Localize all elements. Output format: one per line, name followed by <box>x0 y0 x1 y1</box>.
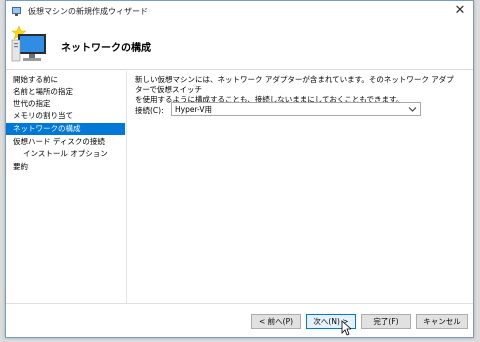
nav-step-generation[interactable]: 世代の指定 <box>6 98 125 110</box>
description-line-1: 新しい仮想マシンには、ネットワーク アダプターが含まれています。そのネットワーク… <box>135 75 454 94</box>
connection-dropdown[interactable]: Hyper-V用 <box>171 102 421 116</box>
connection-label: 接続(C): <box>135 106 164 115</box>
connection-selected-value: Hyper-V用 <box>175 105 212 114</box>
nav-step-memory[interactable]: メモリの割り当て <box>6 110 125 122</box>
nav-step-summary[interactable]: 要約 <box>6 161 125 173</box>
networking-content-panel: 新しい仮想マシンには、ネットワーク アダプターが含まれています。そのネットワーク… <box>126 71 467 303</box>
footer-divider <box>6 303 473 304</box>
wizard-header: ネットワークの構成 <box>6 21 473 70</box>
chevron-down-icon <box>408 107 417 112</box>
close-icon[interactable]: ✕ <box>451 2 469 20</box>
nav-step-before-you-begin[interactable]: 開始する前に <box>6 74 125 86</box>
mouse-cursor-icon <box>341 320 351 336</box>
window-title: 仮想マシンの新規作成ウィザード <box>28 7 148 16</box>
cancel-button[interactable]: キャンセル <box>416 314 468 329</box>
title-bar: 仮想マシンの新規作成ウィザード ✕ <box>6 1 473 21</box>
networking-description: 新しい仮想マシンには、ネットワーク アダプターが含まれています。そのネットワーク… <box>135 75 457 105</box>
page-title: ネットワークの構成 <box>61 43 151 54</box>
wizard-steps-nav: 開始する前に 名前と場所の指定 世代の指定 メモリの割り当て ネットワークの構成… <box>6 71 126 303</box>
nav-step-installation-options[interactable]: インストール オプション <box>6 148 125 160</box>
hyperv-app-icon <box>12 7 21 16</box>
nav-step-networking[interactable]: ネットワークの構成 <box>6 123 125 135</box>
nav-step-virtual-hard-disk[interactable]: 仮想ハード ディスクの接続 <box>6 136 125 148</box>
previous-button[interactable]: < 前へ(P) <box>251 314 301 329</box>
finish-button[interactable]: 完了(F) <box>361 314 411 329</box>
new-vm-wizard-window: 仮想マシンの新規作成ウィザード ✕ ネットワークの構成 開始する前に 名前と場所… <box>5 0 474 338</box>
new-vm-wizard-icon <box>11 25 46 62</box>
nav-step-name-location[interactable]: 名前と場所の指定 <box>6 86 125 98</box>
